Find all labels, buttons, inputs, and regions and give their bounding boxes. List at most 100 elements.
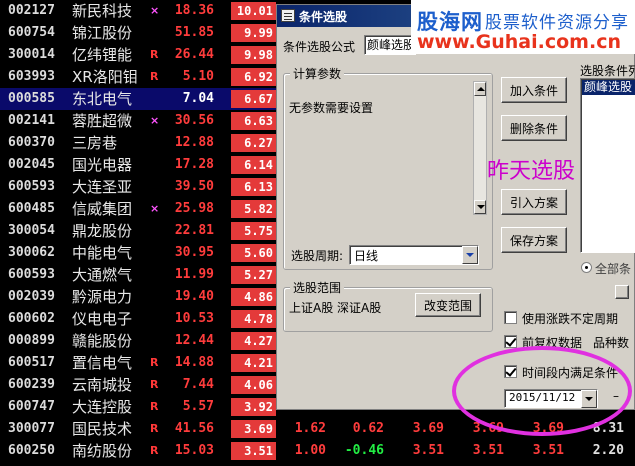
stock-price: 12.88 [174,135,214,150]
stock-change-pct: 3.92 [231,398,276,416]
params-scrollbar[interactable] [473,81,487,215]
small-option-button[interactable] [615,285,629,299]
import-plan-button[interactable]: 引入方案 [501,189,567,215]
stock-change-pct: 6.14 [231,156,276,174]
stock-extra-value: 3.51 [472,443,504,458]
range-group-title: 选股范围 [290,279,345,296]
stock-code: 000899 [8,333,55,348]
stock-flag: × [150,114,160,127]
variety-count-label: 品种数 [593,336,630,350]
period-select-value: 日线 [354,249,379,263]
stock-price: 5.57 [182,399,214,414]
dialog-title: 条件选股 [299,10,348,24]
stock-change-pct: 4.27 [231,332,276,350]
site-watermark: 股海网 股票软件资源分享 www.Guhai.com.cn [411,0,635,54]
criteria-list-item[interactable]: 颜峰选股 [582,80,635,95]
stock-price: 14.88 [174,355,214,370]
scroll-down-arrow-icon[interactable] [474,200,486,214]
stock-flag [150,264,160,286]
stock-flag: R [150,400,159,413]
annotation-highlight-ring [452,346,632,436]
stock-change-pct: 9.98 [231,46,276,64]
stock-change-pct: 6.13 [231,178,276,196]
stock-price: 19.40 [174,289,214,304]
stock-flag [150,220,160,242]
stock-change-pct: 9.99 [231,24,276,42]
stock-flag: R [150,444,159,457]
all-conditions-radio-label: 全部条 [595,262,632,276]
stock-extra-value: 1.00 [294,443,326,458]
add-condition-button[interactable]: 加入条件 [501,77,567,103]
stock-extra-value: 3.51 [412,443,444,458]
stock-change-pct: 4.86 [231,288,276,306]
stock-name: 国民技术 [72,420,133,438]
watermark-url: www.Guhai.com.cn [417,31,621,53]
scroll-up-arrow-icon[interactable] [474,82,486,96]
stock-name: 置信电气 [72,354,133,372]
stock-name: 信威集团 [72,200,133,218]
stock-code: 600754 [8,25,55,40]
stock-price: 41.56 [174,421,214,436]
stock-change-pct: 5.82 [231,200,276,218]
stock-flag [150,176,160,198]
stock-flag: R [150,422,159,435]
stock-extra-value: 1.62 [294,421,326,436]
stock-price: 17.28 [174,157,214,172]
stock-flag [150,22,160,44]
stock-flag [150,132,160,154]
dialog-app-icon [281,9,295,22]
stock-change-pct: 6.63 [231,112,276,130]
stock-price: 7.44 [182,377,214,392]
stock-code: 002045 [8,157,55,172]
stock-name: 锦江股份 [72,24,133,42]
stock-price: 30.95 [174,245,214,260]
stock-name: 南纺股份 [72,442,133,460]
stock-flag: R [150,70,159,83]
change-range-button[interactable]: 改变范围 [415,293,481,317]
annotation-text: 昨天选股 [487,159,576,184]
stock-name: 国光电器 [72,156,133,174]
stock-name: 赣能股份 [72,332,133,350]
stock-change-pct: 5.60 [231,244,276,262]
stock-flag [150,154,160,176]
stock-price: 15.03 [174,443,214,458]
stock-price: 30.56 [174,113,214,128]
stock-price: 18.36 [174,3,214,18]
params-group-title: 计算参数 [290,65,345,82]
prev-adjust-checkbox[interactable] [504,335,517,348]
stock-flag [150,242,160,264]
stock-code: 002127 [8,3,55,18]
stock-code: 600593 [8,267,55,282]
save-plan-button[interactable]: 保存方案 [501,227,567,253]
stock-price: 25.98 [174,201,214,216]
stock-flag: × [150,4,160,17]
period-select[interactable]: 日线 [349,245,479,265]
chevron-down-icon[interactable] [462,246,478,264]
stock-price: 12.44 [174,333,214,348]
table-row[interactable]: 600250 南纺股份 R 15.03 3.51 1.00 -0.46 3.51 3.51 3.5… [0,440,635,462]
stock-code: 600517 [8,355,55,370]
stock-name: 大通燃气 [72,266,133,284]
stock-code: 600239 [8,377,55,392]
all-conditions-radio[interactable] [581,262,592,273]
use-limit-checkbox[interactable] [504,311,517,324]
stock-code: 600747 [8,399,55,414]
formula-select[interactable]: 颜峰选股 [364,35,416,55]
stock-extra-value: 2.20 [592,443,624,458]
stock-name: 鼎龙股份 [72,222,133,240]
stock-name: 仪电电子 [72,310,133,328]
stock-flag [150,330,160,352]
stock-code: 603993 [8,69,55,84]
period-label: 选股周期: [291,249,344,263]
stock-price: 51.85 [174,25,214,40]
stock-name: 中能电气 [72,244,133,262]
stock-extra-value: 3.69 [412,421,444,436]
stock-code: 002039 [8,289,55,304]
stock-flag: R [150,356,159,369]
stock-code: 600370 [8,135,55,150]
stock-code: 600593 [8,179,55,194]
stock-change-pct: 4.06 [231,376,276,394]
criteria-list[interactable]: 颜峰选股 [580,78,635,253]
delete-condition-button[interactable]: 删除条件 [501,115,567,141]
stock-extra-value: -0.46 [344,443,384,458]
